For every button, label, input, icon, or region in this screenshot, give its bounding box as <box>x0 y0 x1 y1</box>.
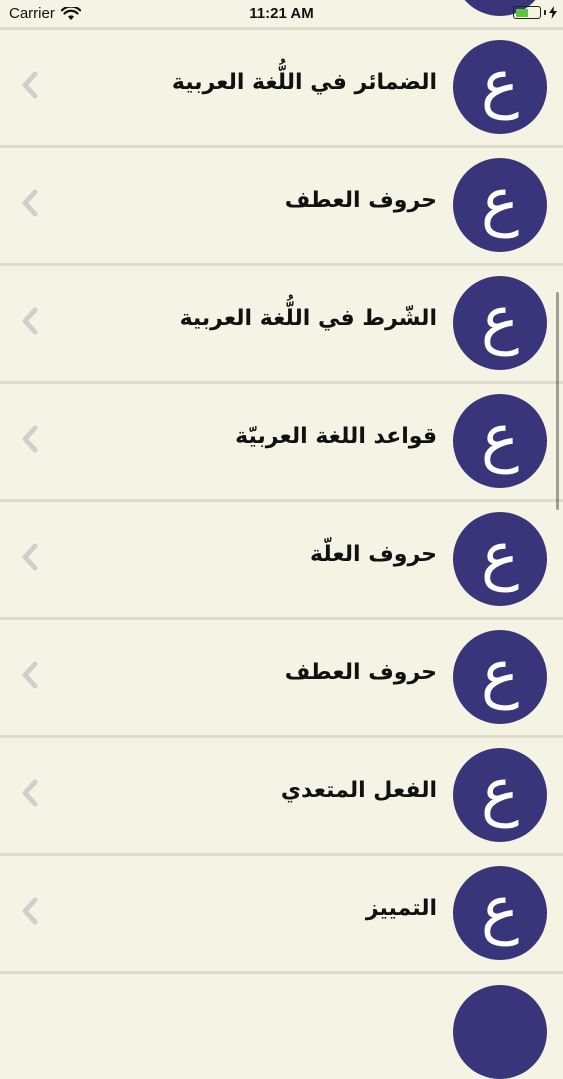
partial-list-badge-bottom <box>453 985 547 1079</box>
chevron-left-icon <box>22 779 38 807</box>
list-item[interactable]: الفعل المتعدي ع <box>0 738 563 856</box>
battery-level <box>515 8 529 17</box>
list-item[interactable]: حروف العطف ع <box>0 148 563 266</box>
chevron-left-icon <box>22 71 38 99</box>
list-item[interactable]: حروف العطف ع <box>0 620 563 738</box>
chevron-left-icon <box>22 897 38 925</box>
arabic-letter-badge-icon: ع <box>453 748 547 842</box>
battery-cap <box>544 10 546 15</box>
chevron-left-icon <box>22 543 38 571</box>
chevron-left-icon <box>22 661 38 689</box>
arabic-letter-badge-icon: ع <box>453 630 547 724</box>
list-item-title: الضمائر في اللُّغة العربية <box>171 70 437 95</box>
scroll-indicator[interactable] <box>556 292 559 510</box>
topics-list: الضمائر في اللُّغة العربية ع حروف العطف ع ال… <box>0 30 563 974</box>
arabic-letter-badge-icon: ع <box>453 512 547 606</box>
list-item[interactable]: حروف العلّة ع <box>0 502 563 620</box>
list-item-title: قواعد اللغة العربيّة <box>235 424 437 449</box>
badge-letter: ع <box>480 47 520 121</box>
status-time: 11:21 AM <box>249 5 314 22</box>
charging-bolt-icon <box>549 6 557 19</box>
arabic-letter-badge-icon: ع <box>453 276 547 370</box>
list-item[interactable]: الضمائر في اللُّغة العربية ع <box>0 30 563 148</box>
chevron-left-icon <box>22 425 38 453</box>
chevron-left-icon <box>22 307 38 335</box>
badge-letter: ع <box>480 165 520 239</box>
chevron-left-icon <box>22 189 38 217</box>
arabic-letter-badge-icon: ع <box>453 866 547 960</box>
battery-indicator <box>513 6 557 19</box>
battery-icon <box>513 6 541 19</box>
list-item[interactable]: قواعد اللغة العربيّة ع <box>0 384 563 502</box>
list-item[interactable]: التمييز ع <box>0 856 563 974</box>
badge-letter: ع <box>480 401 520 475</box>
badge-letter: ع <box>480 519 520 593</box>
badge-letter: ع <box>480 283 520 357</box>
badge-letter: ع <box>480 873 520 947</box>
list-item-title: حروف العطف <box>284 188 437 213</box>
list-item-title: حروف العطف <box>284 660 437 685</box>
list-item[interactable]: الشّرط في اللُّغة العربية ع <box>0 266 563 384</box>
arabic-letter-badge-icon: ع <box>453 158 547 252</box>
list-item-title: الشّرط في اللُّغة العربية <box>179 306 437 331</box>
list-item-title: حروف العلّة <box>310 542 437 567</box>
arabic-letter-badge-icon: ع <box>453 40 547 134</box>
status-bar: Carrier 11:21 AM <box>0 0 563 28</box>
arabic-letter-badge-icon: ع <box>453 394 547 488</box>
list-item-title: التمييز <box>365 896 437 921</box>
badge-letter: ع <box>480 637 520 711</box>
list-item-title: الفعل المتعدي <box>280 778 437 803</box>
badge-letter: ع <box>480 755 520 829</box>
